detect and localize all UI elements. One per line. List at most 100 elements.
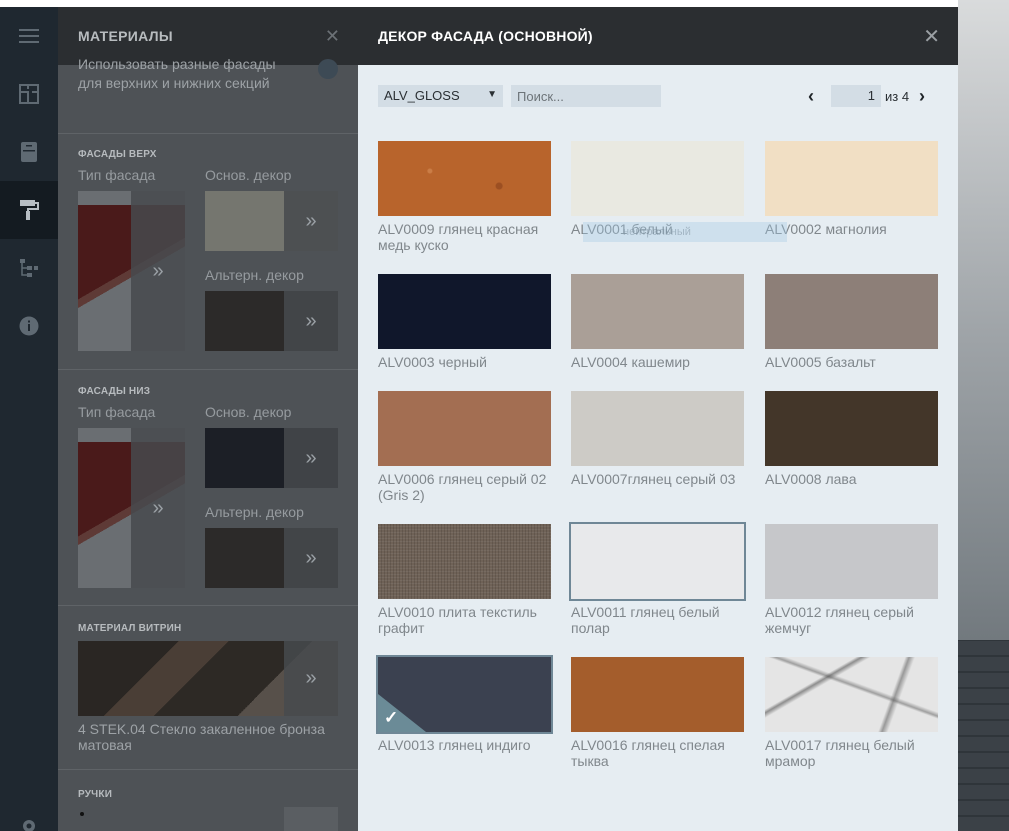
divider — [58, 133, 358, 134]
decor-item[interactable]: ALV0010 плита текстиль графит — [378, 524, 551, 636]
decor-label: ALV0005 базальт — [765, 354, 876, 370]
drag-ghost-tooltip: нейтральный — [583, 222, 787, 242]
decor-swatch[interactable] — [571, 274, 744, 349]
decor-swatch[interactable] — [378, 141, 551, 216]
upper-main-decor-tile[interactable]: » — [205, 191, 338, 251]
decor-item[interactable]: ALV0004 кашемир — [571, 274, 744, 370]
materials-panel: МАТЕРИАЛЫ ✕ Использовать разные фасады д… — [58, 7, 358, 831]
search-input[interactable] — [511, 85, 661, 107]
upper-facades-label: ФАСАДЫ ВЕРХ — [78, 149, 157, 160]
divider — [58, 369, 358, 370]
lower-main-decor-label: Основ. декор — [205, 404, 292, 420]
decor-item[interactable]: ✓ ALV0013 глянец индиго — [376, 655, 553, 753]
decor-label: ALV0003 черный — [378, 354, 487, 370]
decor-swatch[interactable] — [765, 524, 938, 599]
close-icon[interactable]: ✕ — [325, 26, 340, 47]
structure-button[interactable] — [0, 239, 58, 297]
checkmark-icon: ✓ — [384, 708, 399, 727]
paint-roller-icon — [20, 200, 39, 220]
next-page-button[interactable]: › — [919, 86, 925, 107]
showcase-material-value: 4 STEK.04 Стекло закаленное бронза матов… — [78, 721, 325, 753]
decor-swatch[interactable] — [571, 141, 744, 216]
upper-main-decor-label: Основ. декор — [205, 167, 292, 183]
prev-page-button[interactable]: ‹ — [808, 86, 814, 107]
dialog-toolbar: ALV_GLOSS ▼ ‹ 1 из 4 › — [378, 85, 938, 107]
upper-facade-type-tile[interactable]: » — [78, 191, 185, 351]
facade-decor-dialog: ДЕКОР ФАСАДА (ОСНОВНОЙ) ✕ ALV_GLOSS ▼ ‹ … — [358, 7, 958, 831]
decor-item[interactable]: ALV0003 черный — [378, 274, 551, 370]
furniture-button[interactable] — [0, 123, 58, 181]
page-total: из 4 — [885, 89, 910, 104]
collection-select-value: ALV_GLOSS — [384, 88, 460, 103]
decor-item[interactable]: ALV0007глянец серый 03 — [571, 391, 744, 487]
cabinet-icon — [21, 142, 37, 162]
settings-button[interactable] — [0, 797, 58, 831]
decor-item[interactable]: ALV0002 магнолия — [765, 141, 938, 237]
decor-swatch[interactable] — [765, 274, 938, 349]
floor — [958, 640, 1009, 831]
decor-swatch[interactable] — [765, 657, 938, 732]
open-arrow-icon[interactable]: » — [131, 428, 185, 588]
lower-main-decor-tile[interactable]: » — [205, 428, 338, 488]
decor-item[interactable]: ALV0006 глянец серый 02 (Gris 2) — [378, 391, 551, 503]
decor-label: ALV0016 глянец спелая тыква — [571, 737, 725, 769]
open-arrow-icon[interactable]: » — [284, 291, 338, 351]
decor-item[interactable]: ALV0016 глянец спелая тыква — [571, 657, 744, 769]
gear-icon — [23, 820, 35, 831]
toggle-switch[interactable] — [318, 59, 338, 79]
upper-type-label: Тип фасада — [78, 167, 156, 183]
upper-alt-decor-label: Альтерн. декор — [205, 267, 304, 283]
upper-alt-decor-tile[interactable]: » — [205, 291, 338, 351]
open-arrow-icon[interactable]: » — [284, 428, 338, 488]
icon-rail — [0, 7, 58, 831]
decor-label: ALV0004 кашемир — [571, 354, 690, 370]
lower-facades-label: ФАСАДЫ НИЗ — [78, 386, 151, 397]
decor-label: ALV0011 глянец белый полар — [571, 604, 720, 636]
layout-button[interactable] — [0, 65, 58, 123]
decor-item[interactable]: ALV0017 глянец белый мрамор — [765, 657, 938, 769]
decor-item[interactable]: ALV0005 базальт — [765, 274, 938, 370]
lower-facade-type-tile[interactable]: » — [78, 428, 185, 588]
decor-item[interactable]: ALV0008 лава — [765, 391, 938, 487]
decor-label: ALV0008 лава — [765, 471, 857, 487]
showcase-material-tile[interactable]: » — [78, 641, 338, 716]
collection-select[interactable]: ALV_GLOSS ▼ — [378, 85, 503, 107]
decor-item[interactable]: ALV0012 глянец серый жемчуг — [765, 524, 938, 636]
tree-icon — [20, 259, 38, 277]
lower-type-label: Тип фасада — [78, 404, 156, 420]
decor-swatch[interactable] — [765, 391, 938, 466]
lower-alt-decor-label: Альтерн. декор — [205, 504, 304, 520]
menu-button[interactable] — [0, 7, 58, 65]
handles-label: РУЧКИ — [78, 789, 113, 800]
decor-swatch[interactable]: ✓ — [376, 655, 553, 734]
materials-title: МАТЕРИАЛЫ — [78, 28, 173, 44]
menu-icon — [19, 29, 39, 43]
open-arrow-icon[interactable]: » — [284, 528, 338, 588]
decor-swatch[interactable] — [569, 522, 746, 601]
close-icon[interactable]: ✕ — [923, 24, 940, 49]
decor-label: ALV0006 глянец серый 02 (Gris 2) — [378, 471, 547, 503]
decor-label: ALV0009 глянец красная медь куско — [378, 221, 539, 253]
divider — [58, 769, 358, 770]
handles-dot — [80, 812, 84, 816]
decor-swatch[interactable] — [378, 274, 551, 349]
decor-swatch[interactable] — [378, 391, 551, 466]
materials-button[interactable] — [0, 181, 58, 239]
decor-item[interactable]: ALV0011 глянец белый полар — [569, 522, 746, 636]
top-strip — [0, 0, 1009, 7]
open-arrow-icon[interactable]: » — [131, 191, 185, 351]
handles-tile[interactable] — [284, 807, 338, 831]
decor-swatch[interactable] — [571, 391, 744, 466]
lower-alt-decor-tile[interactable]: » — [205, 528, 338, 588]
decor-item[interactable]: ALV0009 глянец красная медь куско — [378, 141, 551, 253]
decor-swatch[interactable] — [378, 524, 551, 599]
decor-label: ALV0007глянец серый 03 — [571, 471, 736, 487]
decor-label: ALV0010 плита текстиль графит — [378, 604, 537, 636]
info-icon — [19, 316, 39, 336]
open-arrow-icon[interactable]: » — [284, 641, 338, 716]
page-number-input[interactable]: 1 — [831, 85, 881, 107]
decor-swatch[interactable] — [571, 657, 744, 732]
decor-swatch[interactable] — [765, 141, 938, 216]
open-arrow-icon[interactable]: » — [284, 191, 338, 251]
info-button[interactable] — [0, 297, 58, 355]
